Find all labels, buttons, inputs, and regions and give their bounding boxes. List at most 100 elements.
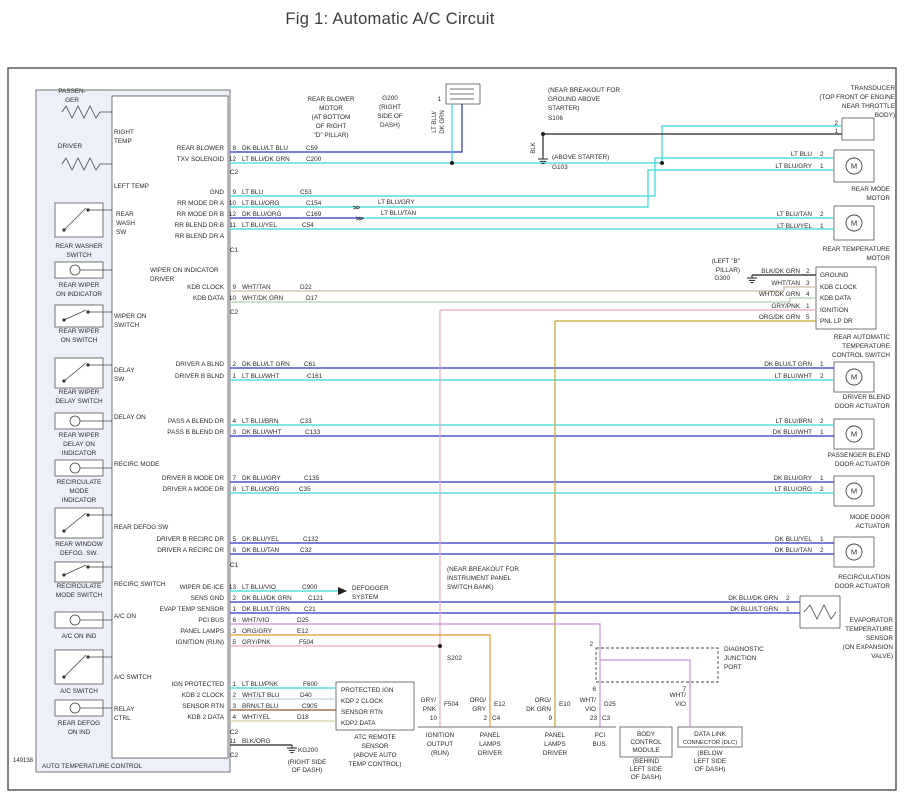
diagram-label: 1 (232, 681, 236, 688)
diagram-label: C2 (230, 729, 239, 736)
switch-terminal-dot (62, 573, 65, 576)
diagram-label: C2 (230, 309, 239, 316)
diagram-label: MOTOR (319, 105, 343, 112)
diagram-label: 9 (232, 189, 236, 196)
diagram-label: DRIVER B RECIRC DR (157, 536, 225, 543)
diagram-label: INDICATOR (62, 497, 97, 504)
diagram-label: ACTUATOR (855, 523, 890, 530)
switch-terminal-dot (62, 379, 65, 382)
diagram-label: DRIVER (478, 750, 503, 757)
diagram-label: BLK/ORG (242, 738, 270, 745)
diagram-label: 2 (834, 120, 838, 127)
diagram-label: REAR WIPER (59, 282, 100, 289)
motor-letter: M (851, 487, 857, 496)
diagram-label: A/C SWITCH (114, 674, 152, 681)
diagram-label: CONNECTOR (DLC) (683, 740, 737, 746)
diagram-label: C33 (300, 418, 312, 425)
rear-wiper-delay-switch-box (55, 358, 103, 388)
diagram-label: REAR WIPER (59, 432, 100, 439)
diagram-label: DK GRN (526, 706, 551, 713)
diagram-label: C200 (306, 156, 322, 163)
diagram-label: DRIVER B BLND (175, 373, 224, 380)
diagram-label: 1 (834, 128, 838, 135)
diagram-label: PORT (724, 664, 742, 671)
diagram-label: GROUND (820, 272, 849, 279)
splice-dot (438, 644, 442, 648)
switch-terminal-dot (86, 655, 89, 658)
diagram-label: (RIGHT SIDE (288, 759, 327, 766)
diagram-label: WHT/DK GRN (242, 295, 284, 302)
diagram-label: GRY/PNK (242, 639, 271, 646)
diagram-label: RR MODE DR A (177, 200, 225, 207)
diagram-label: 1 (232, 606, 236, 613)
motor-letter: M (851, 219, 857, 228)
diagram-label: C169 (306, 211, 322, 218)
diagram-label: DK GRN (440, 110, 446, 133)
diagram-label: LT BLU/GRY (378, 199, 415, 206)
diagram-label: WHT/TAN (242, 284, 271, 291)
diagram-label: DK BLU/YEL (242, 536, 279, 543)
diagram-label: IGNITION (426, 732, 455, 739)
circuit-svg: MMMMMM>>>>REAR BLOWERMOTOR(AT BOTTOMOF R… (0, 0, 904, 800)
diagram-label: 2 (589, 641, 593, 648)
wiper-on-switch-box (55, 305, 103, 327)
diagram-label: PASS B BLEND DR (167, 429, 224, 436)
diagram-label: PANEL (480, 732, 501, 739)
diagram-label: ORG/GRY (242, 628, 273, 635)
diagram-label: LT BLU/TAN (381, 210, 417, 217)
switch-terminal-dot (86, 208, 89, 211)
diagram-label: IGNITION (820, 307, 849, 314)
diagram-label: 1 (806, 303, 810, 310)
splice-dot (660, 161, 664, 165)
diagram-label: KDB DATA (193, 295, 225, 302)
diagram-label: C121 (308, 595, 324, 602)
splice-chevron-icon: >> (353, 205, 360, 212)
diagram-label: 7 (232, 475, 236, 482)
diagram-label: D25 (604, 701, 616, 708)
diagram-label: C53 (300, 189, 312, 196)
diagram-label: SW (114, 376, 125, 383)
diagram-label: (ABOVE STARTER) (552, 154, 609, 161)
diagram-label: 2 (806, 268, 810, 275)
diagram-label: TEMP CONTROL) (349, 761, 402, 768)
diagram-label: C4 (492, 715, 501, 722)
diagram-label: C132 (303, 536, 319, 543)
diagram-label: SWITCH (66, 252, 92, 259)
diagram-label: DK BLU/YEL (775, 536, 812, 543)
diagram-label: 2 (232, 692, 236, 699)
diagram-label: TEMP (114, 138, 132, 145)
diagram-label: WIPER ON (114, 313, 147, 320)
diagram-label: DK BLU/LT GRN (730, 606, 778, 613)
diagram-label: C154 (306, 200, 322, 207)
diagram-label: BLK/DK GRN (761, 268, 800, 275)
diagram-label: DK BLU/DK GRN (242, 595, 292, 602)
diagram-label: INDICATOR (62, 450, 97, 457)
diagram-label: WIPER DE-ICE (180, 584, 224, 591)
diagram-label: RECIRC MODE (114, 461, 159, 468)
diagram-label: MOTOR (866, 195, 890, 202)
diagram-label: A/C ON IND (62, 633, 97, 640)
diagram-label: KDB 2 DATA (188, 714, 225, 721)
diagram-label: C61 (304, 361, 316, 368)
diagram-label: C3 (602, 715, 611, 722)
diagram-label: RIGHT (114, 129, 134, 136)
diagram-label: D40 (300, 692, 312, 699)
diagram-label: (ON EXPANSION (843, 644, 894, 651)
diagram-label: DK BLU/LT BLU (242, 145, 288, 152)
diagram-label: DOOR ACTUATOR (835, 403, 891, 410)
diagram-label: 3 (232, 628, 236, 635)
diagram-label: MODE SWITCH (56, 592, 103, 599)
diagram-label: PANEL LAMPS (180, 628, 224, 635)
diagram-label: 149138 (13, 758, 34, 764)
diagram-label: REAR DEFOG (58, 720, 100, 727)
diagram-label: ATC REMOTE (354, 734, 395, 741)
diagram-label: DRIVER (543, 750, 568, 757)
diagram-label: LAMPS (544, 741, 566, 748)
evaporator-temp-sensor-box (800, 596, 840, 628)
diagram-label: DK BLU/LT GRN (242, 606, 290, 613)
diagram-label: 8 (232, 486, 236, 493)
diagram-label: EVAP TEMP SENSOR (159, 606, 224, 613)
diagram-label: DEFOG. SW. (60, 550, 98, 557)
diagram-label: DIAGNOSTIC (724, 646, 764, 653)
diagram-label: E12 (494, 701, 506, 708)
